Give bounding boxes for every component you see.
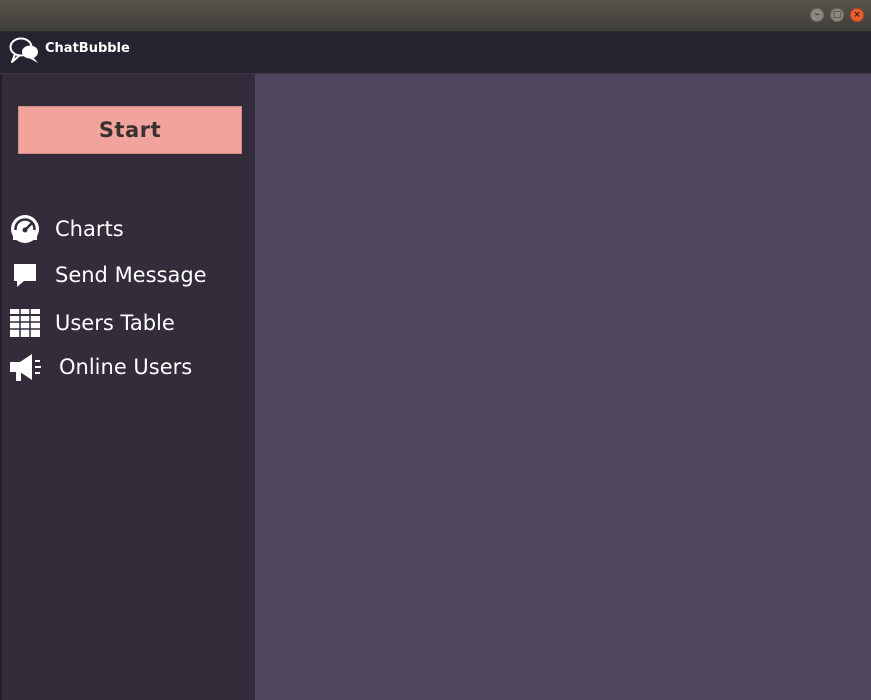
window-titlebar[interactable]: – □ × — [0, 0, 871, 32]
table-icon — [8, 306, 42, 340]
maximize-button[interactable]: □ — [830, 8, 844, 22]
nav-item-send-message[interactable]: Send Message — [8, 258, 248, 292]
app-brand: ChatBubble — [45, 41, 130, 56]
megaphone-icon — [8, 350, 42, 384]
gauge-icon — [8, 212, 42, 246]
nav-item-online-users[interactable]: Online Users — [8, 350, 248, 384]
nav-label-charts: Charts — [55, 217, 124, 241]
main-content-area — [255, 74, 871, 700]
app-header: ChatBubble — [0, 32, 871, 74]
close-button[interactable]: × — [850, 8, 864, 22]
minimize-button[interactable]: – — [810, 8, 824, 22]
nav-item-charts[interactable]: Charts — [8, 212, 248, 246]
app-window: – □ × ChatBubble Start Charts Send Messa… — [0, 0, 871, 700]
chat-bubbles-icon — [9, 37, 38, 63]
maximize-icon: □ — [832, 9, 842, 20]
nav-label-send-message: Send Message — [55, 263, 207, 287]
nav-label-online-users: Online Users — [59, 355, 193, 379]
nav-item-users-table[interactable]: Users Table — [8, 306, 248, 340]
message-icon — [8, 258, 42, 292]
minimize-icon: – — [814, 9, 820, 20]
nav-label-users-table: Users Table — [55, 311, 175, 335]
close-icon: × — [853, 9, 861, 20]
start-button[interactable]: Start — [18, 106, 242, 154]
sidebar: Start Charts Send Message Users Table On… — [0, 74, 255, 700]
